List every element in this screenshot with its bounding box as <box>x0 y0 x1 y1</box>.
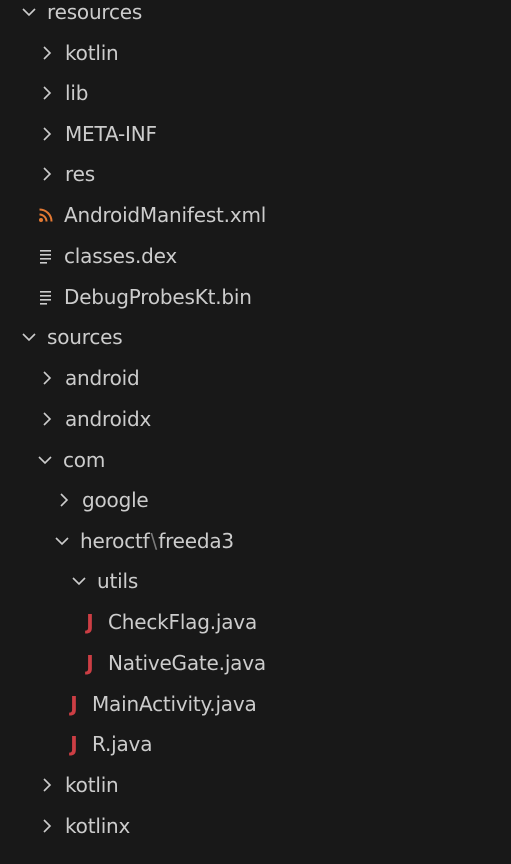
file-lines-icon <box>36 289 56 305</box>
folder-meta-inf[interactable]: META-INF <box>0 114 511 154</box>
file-label: CheckFlag.java <box>108 610 257 634</box>
folder-res[interactable]: res <box>0 154 511 194</box>
file-android-manifest[interactable]: AndroidManifest.xml <box>0 195 511 235</box>
folder-lib[interactable]: lib <box>0 73 511 113</box>
folder-sources[interactable]: sources <box>0 317 511 357</box>
folder-label: resources <box>47 0 143 24</box>
folder-label: kotlin <box>65 41 119 65</box>
chevron-down-icon <box>53 532 71 550</box>
folder-label: utils <box>97 569 139 593</box>
file-explorer-tree: resources kotlin lib META-INF res Androi… <box>0 0 511 864</box>
rss-icon <box>36 207 56 223</box>
file-lines-icon <box>36 248 56 264</box>
file-label: NativeGate.java <box>108 651 266 675</box>
folder-label: sources <box>47 325 123 349</box>
folder-com[interactable]: com <box>0 440 511 480</box>
file-r-java[interactable]: J R.java <box>0 724 511 764</box>
file-mainactivity-java[interactable]: J MainActivity.java <box>0 684 511 724</box>
folder-label: META-INF <box>65 122 157 146</box>
file-classes-dex[interactable]: classes.dex <box>0 236 511 276</box>
folder-label-part2: freeda3 <box>158 529 234 553</box>
folder-kotlinx[interactable]: kotlinx <box>0 806 511 846</box>
path-separator: \ <box>150 529 158 553</box>
file-label: R.java <box>92 732 153 756</box>
chevron-right-icon <box>38 776 56 794</box>
folder-google[interactable]: google <box>0 480 511 520</box>
folder-resources[interactable]: resources <box>0 0 511 32</box>
chevron-down-icon <box>20 3 38 21</box>
folder-label-part1: heroctf <box>80 529 150 553</box>
java-icon: J <box>70 692 78 716</box>
chevron-right-icon <box>55 491 73 509</box>
file-label: classes.dex <box>64 244 178 268</box>
chevron-right-icon <box>38 369 56 387</box>
file-debug-probes[interactable]: DebugProbesKt.bin <box>0 277 511 317</box>
chevron-right-icon <box>38 165 56 183</box>
file-label: DebugProbesKt.bin <box>64 285 252 309</box>
chevron-right-icon <box>38 410 56 428</box>
chevron-right-icon <box>38 817 56 835</box>
folder-heroctf-freeda3[interactable]: heroctf \ freeda3 <box>0 521 511 561</box>
file-label: MainActivity.java <box>92 692 257 716</box>
java-icon: J <box>86 610 94 634</box>
file-checkflag-java[interactable]: J CheckFlag.java <box>0 602 511 642</box>
folder-label: lib <box>65 81 89 105</box>
folder-kotlin-sources[interactable]: kotlin <box>0 765 511 805</box>
folder-utils[interactable]: utils <box>0 561 511 601</box>
folder-label: androidx <box>65 407 152 431</box>
chevron-down-icon <box>70 572 88 590</box>
chevron-down-icon <box>36 451 54 469</box>
file-label: AndroidManifest.xml <box>64 203 267 227</box>
folder-label: kotlinx <box>65 814 131 838</box>
java-icon: J <box>70 732 78 756</box>
folder-label: res <box>65 162 95 186</box>
folder-android[interactable]: android <box>0 358 511 398</box>
folder-kotlin[interactable]: kotlin <box>0 33 511 73</box>
file-nativegate-java[interactable]: J NativeGate.java <box>0 643 511 683</box>
chevron-right-icon <box>38 84 56 102</box>
chevron-right-icon <box>38 125 56 143</box>
folder-androidx[interactable]: androidx <box>0 399 511 439</box>
folder-label: kotlin <box>65 773 119 797</box>
chevron-down-icon <box>20 328 38 346</box>
folder-label: android <box>65 366 140 390</box>
folder-label: com <box>63 448 106 472</box>
java-icon: J <box>86 651 94 675</box>
folder-label: google <box>82 488 149 512</box>
chevron-right-icon <box>38 44 56 62</box>
